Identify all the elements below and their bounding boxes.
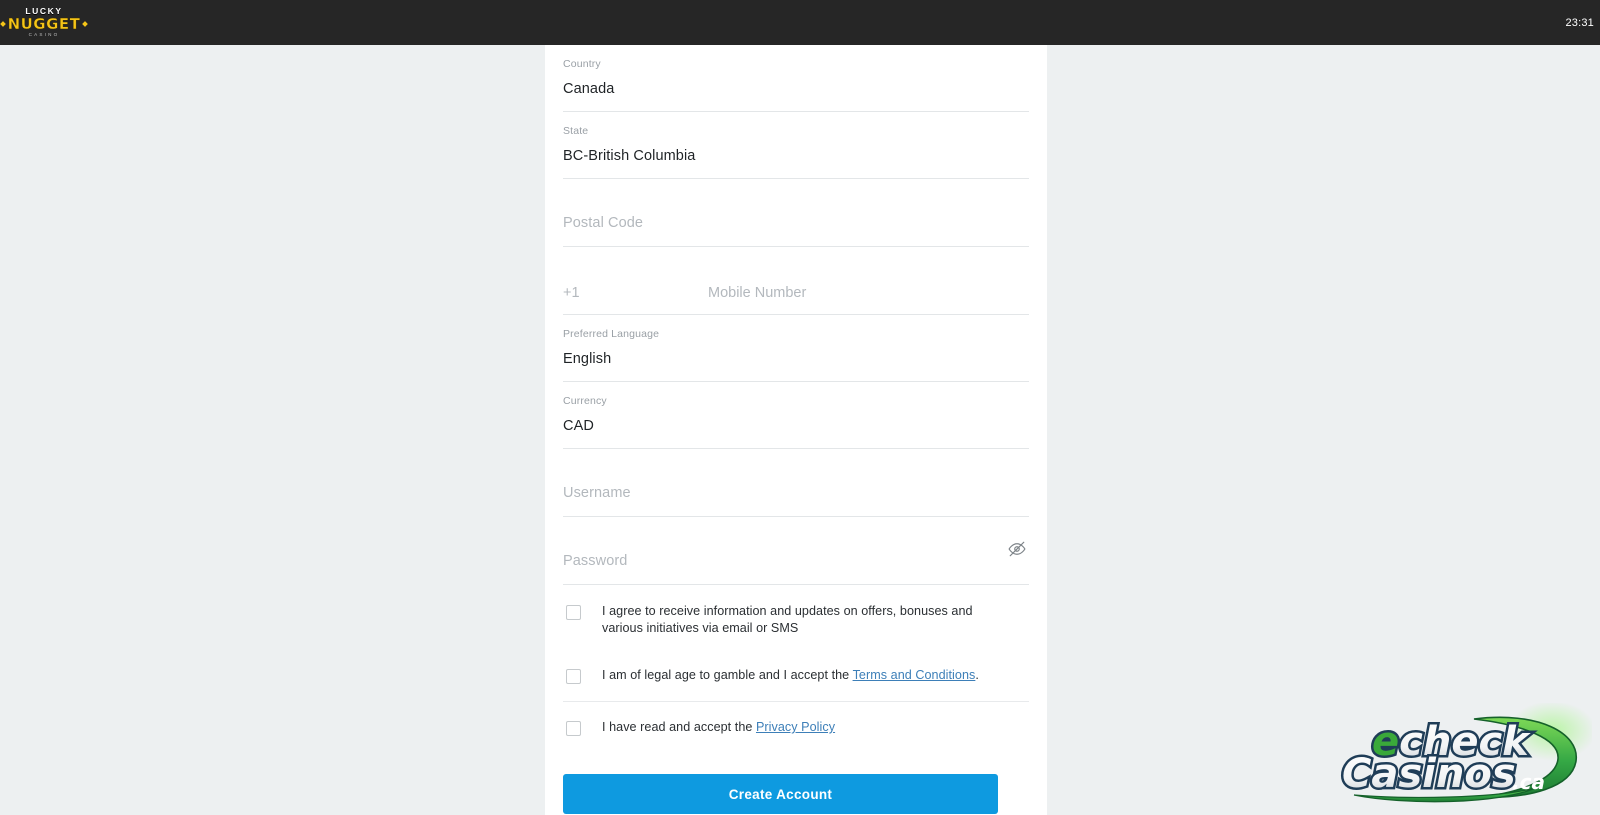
country-field[interactable]: Country Canada [563,45,1029,112]
privacy-consent-checkbox[interactable] [566,721,581,736]
eye-off-icon[interactable] [1007,539,1027,559]
currency-label: Currency [563,395,607,407]
top-bar: LUCKY NUGGET CASINO 23:31 [0,0,1600,45]
terms-consent-row[interactable]: I am of legal age to gamble and I accept… [563,650,1029,702]
page-background: Country Canada State BC-British Columbia… [0,45,1600,815]
country-value: Canada [563,81,615,97]
diamond-left-icon [0,21,6,28]
state-value: BC-British Columbia [563,148,696,164]
registration-panel: Country Canada State BC-British Columbia… [545,45,1047,815]
logo-line-nugget: NUGGET [7,14,81,33]
marketing-consent-label: I agree to receive information and updat… [602,604,973,635]
terms-consent-checkbox[interactable] [566,669,581,684]
mobile-number-field[interactable]: +1 Mobile Number [563,247,1029,315]
phone-country-code[interactable]: +1 [563,282,708,304]
preferred-language-field[interactable]: Preferred Language English [563,315,1029,382]
marketing-consent-row[interactable]: I agree to receive information and updat… [563,585,1029,650]
privacy-consent-label: I have read and accept the Privacy Polic… [602,719,835,736]
state-field[interactable]: State BC-British Columbia [563,112,1029,179]
password-placeholder: Password [563,553,628,569]
clock-label: 23:31 [1565,16,1594,29]
postal-code-field[interactable]: Postal Code [563,179,1029,247]
logo-nugget-row: NUGGET [0,14,89,33]
password-field[interactable]: Password [563,517,1029,585]
postal-code-placeholder: Postal Code [563,215,644,231]
privacy-consent-row[interactable]: I have read and accept the Privacy Polic… [563,702,1029,753]
logo-line-casino: CASINO [28,31,60,37]
marketing-consent-checkbox[interactable] [566,605,581,620]
preferred-language-value: English [563,351,612,367]
submit-area: Create Account [563,753,1029,814]
terms-text-before: I am of legal age to gamble and I accept… [602,668,853,682]
terms-consent-label: I am of legal age to gamble and I accept… [602,667,979,684]
currency-field[interactable]: Currency CAD [563,382,1029,449]
preferred-language-label: Preferred Language [563,328,660,340]
currency-value: CAD [563,418,594,434]
mobile-number-placeholder: Mobile Number [708,285,807,301]
diamond-right-icon [82,21,89,28]
state-label: State [563,125,589,137]
country-label: Country [563,58,601,70]
username-placeholder: Username [563,485,631,501]
terms-text-after: . [975,668,979,682]
registration-form: Country Canada State BC-British Columbia… [545,45,1047,814]
username-field[interactable]: Username [563,449,1029,517]
privacy-policy-link[interactable]: Privacy Policy [756,720,835,734]
privacy-text-before: I have read and accept the [602,720,756,734]
terms-and-conditions-link[interactable]: Terms and Conditions [853,668,976,682]
create-account-button[interactable]: Create Account [563,774,998,814]
lucky-nugget-logo[interactable]: LUCKY NUGGET CASINO [0,5,89,41]
